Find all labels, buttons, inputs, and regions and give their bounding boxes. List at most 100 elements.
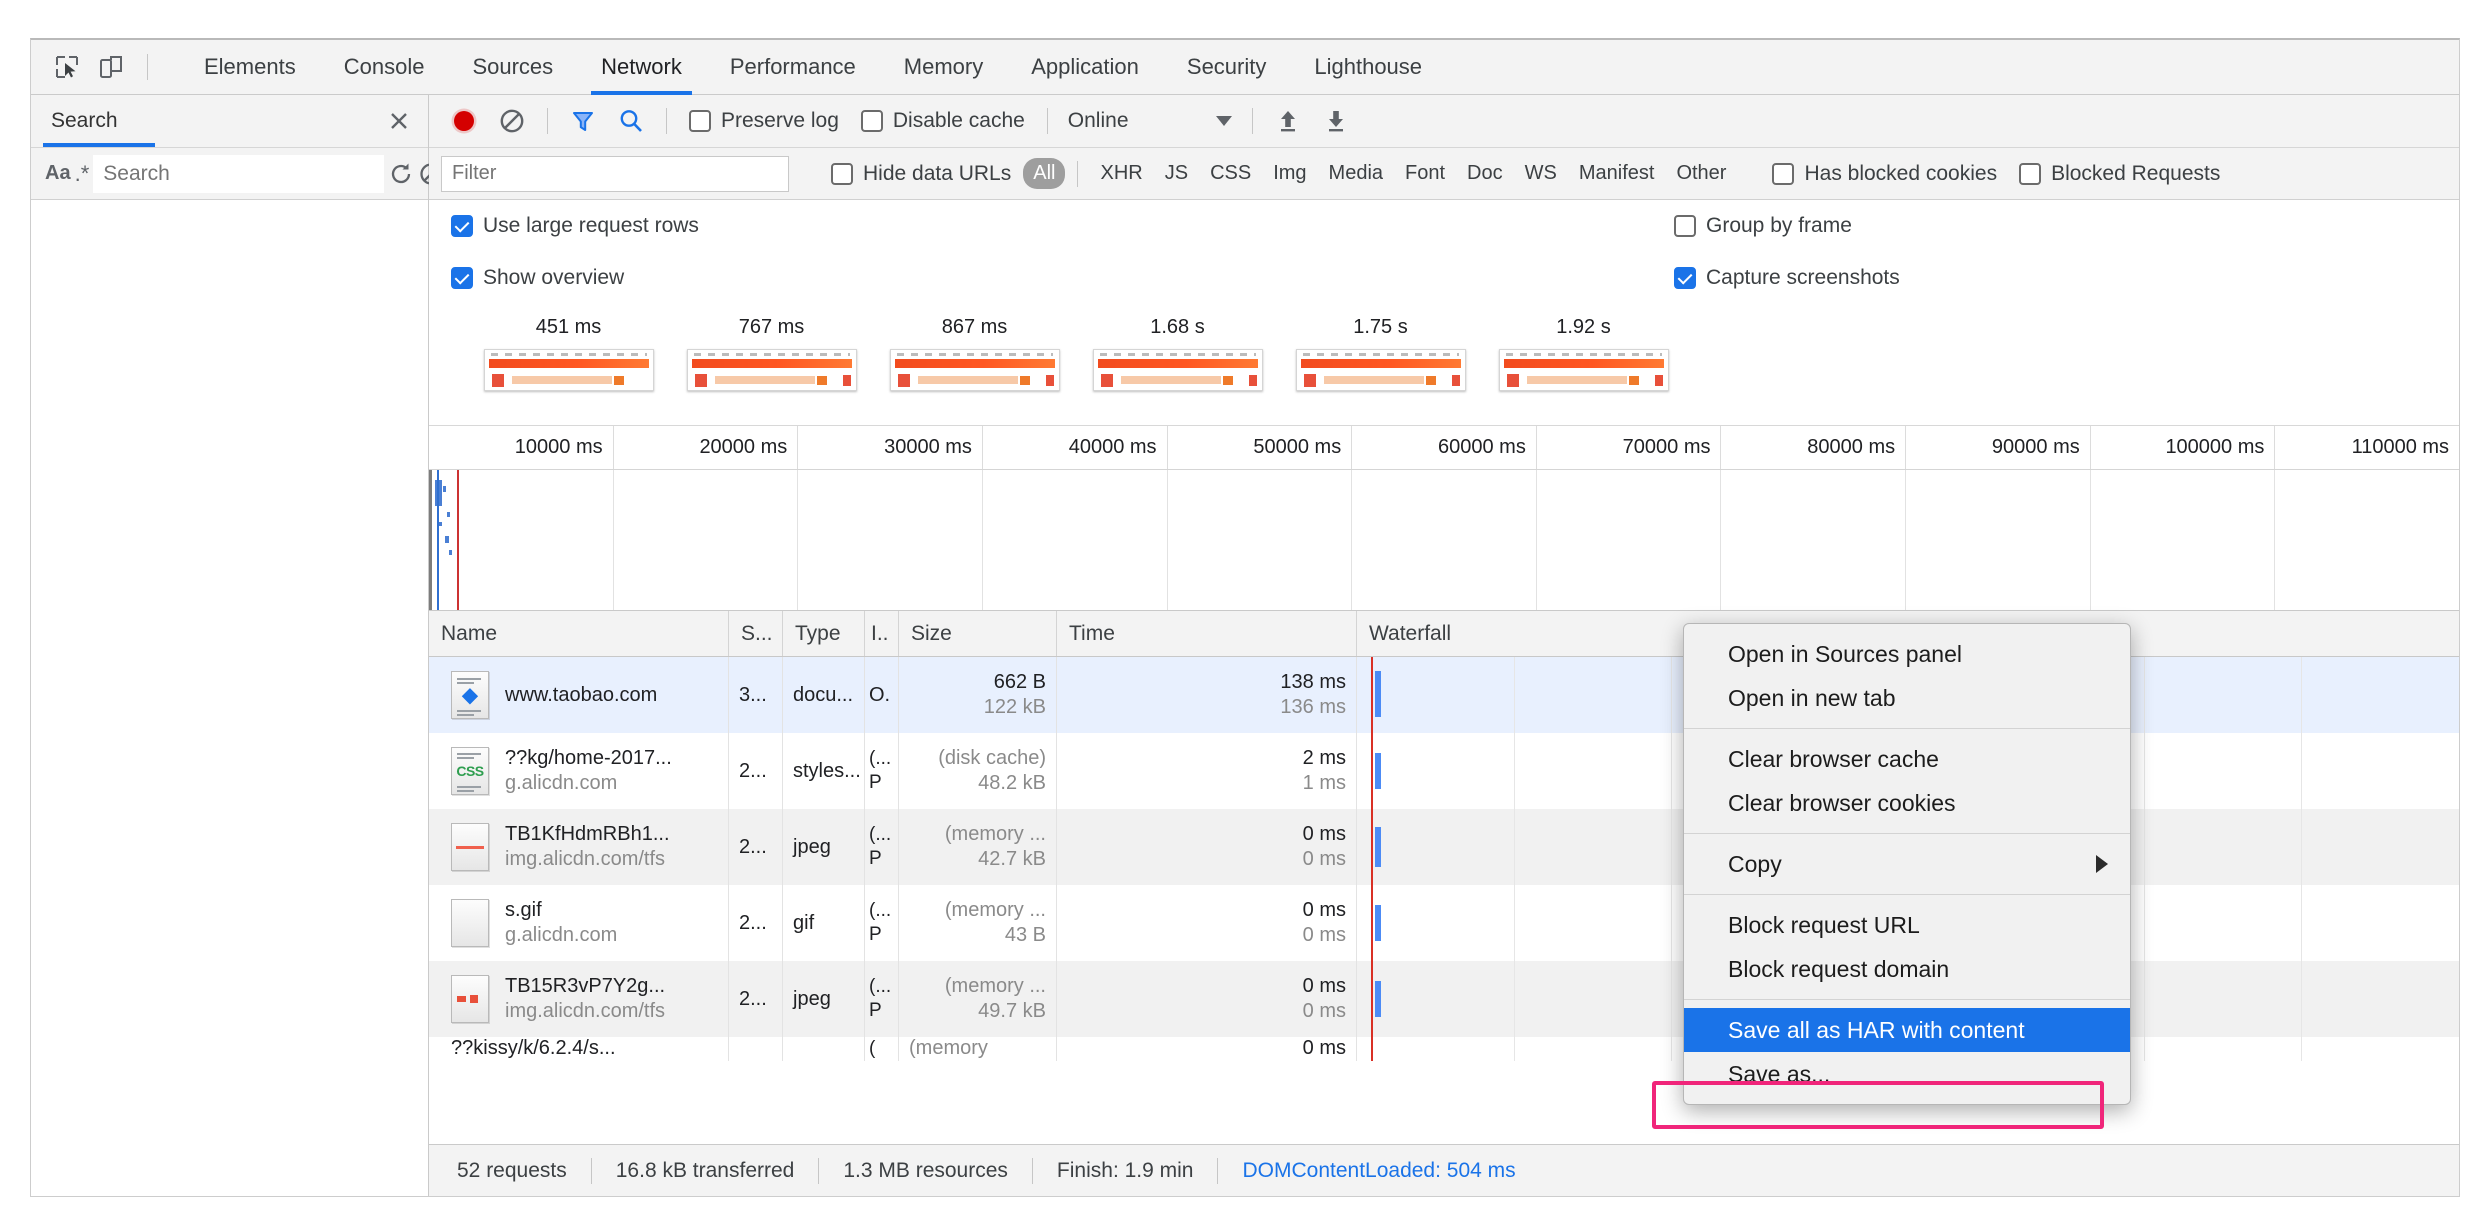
tab-console[interactable]: Console xyxy=(320,40,449,95)
overview-window-handle[interactable] xyxy=(429,470,432,610)
device-toolbar-icon[interactable] xyxy=(89,46,133,88)
menu-item-clear-browser-cache[interactable]: Clear browser cache xyxy=(1684,737,2130,781)
filter-type-css[interactable]: CSS xyxy=(1200,158,1261,189)
row-initiator-cell: ( xyxy=(865,1037,899,1061)
group-by-frame-checkbox[interactable]: Group by frame xyxy=(1674,214,1862,238)
screenshot-thumbnail[interactable]: 451 ms xyxy=(481,316,656,391)
has-blocked-cookies-label: Has blocked cookies xyxy=(1804,162,1997,186)
filter-type-ws[interactable]: WS xyxy=(1515,158,1567,189)
clear-icon[interactable] xyxy=(489,101,535,141)
table-row[interactable]: TB15R3vP7Y2g... img.alicdn.com/tfs 2... … xyxy=(429,961,2459,1037)
row-size-cell: (memory ... 49.7 kB xyxy=(899,961,1057,1037)
funnel-filter-icon[interactable] xyxy=(560,101,606,141)
row-status-cell: 3... xyxy=(729,657,783,733)
table-row[interactable]: CSS ??kg/home-2017... g.alicdn.com 2... … xyxy=(429,733,2459,809)
inspect-cursor-icon[interactable] xyxy=(45,46,89,88)
ruler-tick: 90000 ms xyxy=(1906,426,2091,469)
import-har-arrow-up-icon[interactable] xyxy=(1265,101,1311,141)
filter-type-media[interactable]: Media xyxy=(1319,158,1393,189)
column-header-status[interactable]: S... xyxy=(729,611,783,656)
network-overview[interactable]: 10000 ms 20000 ms 30000 ms 40000 ms 5000… xyxy=(429,426,2459,611)
filter-input[interactable] xyxy=(441,156,789,192)
menu-item-block-request-url[interactable]: Block request URL xyxy=(1684,903,2130,947)
column-header-time[interactable]: Time xyxy=(1057,611,1357,656)
screenshot-thumbnail[interactable]: 1.68 s xyxy=(1090,316,1265,391)
screenshot-thumbnail[interactable]: 867 ms xyxy=(887,316,1062,391)
match-case-icon[interactable]: Aa xyxy=(45,155,71,193)
screenshot-thumbnail[interactable]: 767 ms xyxy=(684,316,859,391)
search-icon[interactable] xyxy=(608,101,654,141)
filter-type-doc[interactable]: Doc xyxy=(1457,158,1513,189)
column-header-name[interactable]: Name xyxy=(429,611,729,656)
row-domain: g.alicdn.com xyxy=(505,924,617,947)
menu-item-open-in-new-tab[interactable]: Open in new tab xyxy=(1684,676,2130,720)
overview-load-marker xyxy=(457,470,459,610)
row-size-secondary: 43 B xyxy=(1005,924,1046,947)
filter-type-img[interactable]: Img xyxy=(1263,158,1316,189)
regex-icon[interactable]: .* xyxy=(75,155,90,193)
menu-item-save-as[interactable]: Save as... xyxy=(1684,1052,2130,1096)
tab-elements[interactable]: Elements xyxy=(180,40,320,95)
table-row[interactable]: ??kissy/k/6.2.4/s... ( (memory 0 ms xyxy=(429,1037,2459,1061)
table-row[interactable]: TB1KfHdmRBh1... img.alicdn.com/tfs 2... … xyxy=(429,809,2459,885)
hide-data-urls-checkbox[interactable]: Hide data URLs xyxy=(821,162,1021,186)
has-blocked-cookies-checkbox[interactable]: Has blocked cookies xyxy=(1762,162,2007,186)
show-overview-checkbox[interactable]: Show overview xyxy=(451,266,634,290)
filter-type-font[interactable]: Font xyxy=(1395,158,1455,189)
record-button-red[interactable] xyxy=(441,101,487,141)
tab-security[interactable]: Security xyxy=(1163,40,1290,95)
status-transferred: 16.8 kB transferred xyxy=(592,1159,819,1183)
row-time-secondary: 136 ms xyxy=(1280,696,1346,719)
filter-type-all[interactable]: All xyxy=(1023,158,1065,189)
overview-graph[interactable] xyxy=(429,470,2459,610)
export-har-arrow-down-icon[interactable] xyxy=(1313,101,1359,141)
checkbox-box xyxy=(1674,215,1696,237)
row-time-secondary: 0 ms xyxy=(1303,848,1346,871)
search-input[interactable] xyxy=(93,155,384,193)
tab-application[interactable]: Application xyxy=(1007,40,1163,95)
screenshot-image xyxy=(687,349,857,391)
hide-data-urls-label: Hide data URLs xyxy=(863,162,1011,186)
preserve-log-checkbox[interactable]: Preserve log xyxy=(679,109,849,133)
filter-type-xhr[interactable]: XHR xyxy=(1090,158,1152,189)
status-finish: Finish: 1.9 min xyxy=(1033,1159,1218,1183)
table-row[interactable]: ◆ www.taobao.com 3... docu... O. 662 B 1… xyxy=(429,657,2459,733)
toolbar-divider xyxy=(547,108,548,134)
network-throttle-dropdown[interactable]: Online xyxy=(1060,109,1240,133)
checkbox-box xyxy=(861,110,883,132)
row-initiator-cell: (... P xyxy=(865,809,899,885)
chevron-down-icon xyxy=(1216,116,1232,126)
column-header-size[interactable]: Size xyxy=(899,611,1057,656)
row-type-cell: jpeg xyxy=(783,809,865,885)
menu-item-save-all-as-har-with-content[interactable]: Save all as HAR with content xyxy=(1684,1008,2130,1052)
row-initiator-top: (... xyxy=(869,976,891,998)
menu-item-open-in-sources-panel[interactable]: Open in Sources panel xyxy=(1684,632,2130,676)
tab-memory[interactable]: Memory xyxy=(880,40,1007,95)
table-row[interactable]: s.gif g.alicdn.com 2... gif (... P (memo… xyxy=(429,885,2459,961)
disable-cache-checkbox[interactable]: Disable cache xyxy=(851,109,1035,133)
tab-sources[interactable]: Sources xyxy=(448,40,577,95)
menu-item-copy[interactable]: Copy xyxy=(1684,842,2130,886)
filter-type-manifest[interactable]: Manifest xyxy=(1569,158,1665,189)
screenshot-thumbnail[interactable]: 1.75 s xyxy=(1293,316,1468,391)
menu-item-clear-browser-cookies[interactable]: Clear browser cookies xyxy=(1684,781,2130,825)
column-header-type[interactable]: Type xyxy=(783,611,865,656)
row-status-cell: 2... xyxy=(729,733,783,809)
column-header-initiator[interactable]: I.. xyxy=(865,611,899,656)
use-large-request-rows-checkbox[interactable]: Use large request rows xyxy=(451,214,709,238)
filter-type-js[interactable]: JS xyxy=(1155,158,1198,189)
tab-network[interactable]: Network xyxy=(577,40,706,95)
capture-screenshots-checkbox[interactable]: Capture screenshots xyxy=(1674,266,1910,290)
row-time-cell: 0 ms 0 ms xyxy=(1057,885,1357,961)
row-size-cell: (memory ... 42.7 kB xyxy=(899,809,1057,885)
tab-performance[interactable]: Performance xyxy=(706,40,880,95)
menu-item-block-request-domain[interactable]: Block request domain xyxy=(1684,947,2130,991)
screenshot-thumbnail[interactable]: 1.92 s xyxy=(1496,316,1671,391)
close-icon[interactable] xyxy=(384,106,414,136)
refresh-icon[interactable] xyxy=(388,155,414,193)
filter-type-other[interactable]: Other xyxy=(1666,158,1736,189)
row-size-cell: (memory xyxy=(899,1037,1057,1061)
row-name-cell: ??kissy/k/6.2.4/s... xyxy=(429,1037,729,1061)
blocked-requests-checkbox[interactable]: Blocked Requests xyxy=(2009,162,2230,186)
tab-lighthouse[interactable]: Lighthouse xyxy=(1290,40,1446,95)
